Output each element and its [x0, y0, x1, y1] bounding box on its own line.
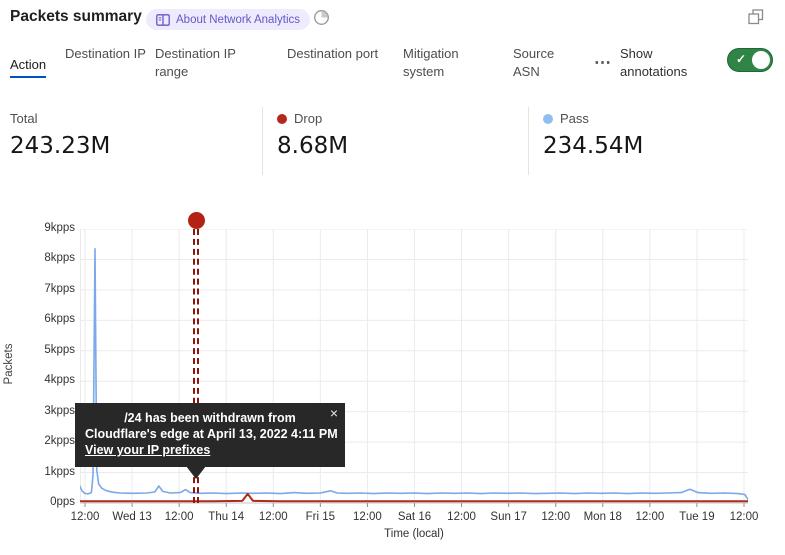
y-tick-label: 3kpps [30, 405, 75, 417]
y-tick-label: 4kpps [30, 374, 75, 386]
toggle-knob [752, 51, 770, 69]
stat-label: Drop [294, 111, 322, 126]
stat-drop: Drop 8.68M [277, 111, 348, 159]
stat-total: Total 243.23M [10, 111, 110, 159]
stat-value: 234.54M [543, 133, 643, 159]
view-ip-prefixes-link[interactable]: View your IP prefixes [85, 442, 210, 458]
y-tick-label: 6kpps [30, 313, 75, 325]
stat-pass: Pass 234.54M [543, 111, 643, 159]
y-tick-label: 2kpps [30, 435, 75, 447]
x-axis-title: Time (local) [354, 528, 474, 540]
tab-label: Destination port [287, 46, 378, 61]
x-tick-label: 12:00 [714, 511, 774, 523]
tab-label: Action [10, 57, 46, 78]
stat-value: 8.68M [277, 133, 348, 159]
annotation-marker-dot[interactable] [188, 212, 205, 229]
packets-line-chart[interactable] [80, 229, 748, 509]
tooltip-caret [186, 466, 206, 479]
y-tick-label: 8kpps [30, 252, 75, 264]
tab-destination-port[interactable]: Destination port [287, 45, 379, 63]
stat-label: Total [10, 111, 37, 126]
y-tick-label: 9kpps [30, 222, 75, 234]
show-annotations-label: Show annotations [620, 45, 706, 81]
stats-divider [528, 107, 529, 175]
packets-summary-panel: Packets summary About Network Analytics … [0, 0, 785, 555]
tooltip-close-icon[interactable]: × [330, 405, 338, 421]
page-title: Packets summary [10, 8, 142, 26]
tab-mitigation-system[interactable]: Mitigation system [403, 45, 489, 81]
badge-label: About Network Analytics [176, 14, 300, 26]
tooltip-text-line1: /24 has been withdrawn from [85, 410, 335, 426]
tab-label: Destination IP [65, 46, 146, 61]
y-tick-label: 5kpps [30, 344, 75, 356]
tab-destination-ip-range[interactable]: Destination IP range [155, 45, 267, 81]
tab-label: Source ASN [513, 46, 554, 79]
y-tick-label: 7kpps [30, 283, 75, 295]
y-axis-title: Packets [3, 329, 15, 399]
stat-value: 243.23M [10, 133, 110, 159]
stat-label: Pass [560, 111, 589, 126]
tooltip-text-line2: Cloudflare's edge at April 13, 2022 4:11… [85, 426, 335, 442]
toggle-check-icon: ✓ [736, 52, 746, 66]
tab-source-asn[interactable]: Source ASN [513, 45, 575, 81]
more-tabs-button[interactable]: ⋯ [594, 53, 612, 73]
y-tick-label: 0pps [30, 496, 75, 508]
tab-destination-ip[interactable]: Destination IP [65, 45, 147, 63]
tab-label: Mitigation system [403, 46, 459, 79]
stats-divider [262, 107, 263, 175]
y-tick-label: 1kpps [30, 466, 75, 478]
book-icon [156, 14, 170, 26]
tab-action[interactable]: Action [10, 56, 60, 74]
legend-dot-pass [543, 114, 553, 124]
popout-window-icon[interactable] [748, 9, 764, 25]
tab-label: Destination IP range [155, 46, 236, 79]
annotation-tooltip: × /24 has been withdrawn from Cloudflare… [75, 403, 345, 467]
show-annotations-toggle[interactable]: ✓ [727, 48, 773, 72]
time-period-icon[interactable] [313, 9, 330, 26]
about-network-analytics-badge[interactable]: About Network Analytics [146, 9, 310, 30]
legend-dot-drop [277, 114, 287, 124]
